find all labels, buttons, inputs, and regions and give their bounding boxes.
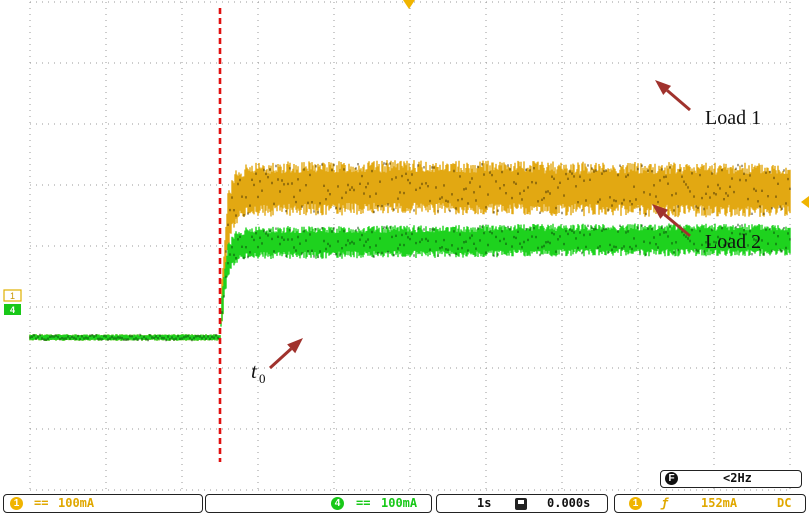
trigger-level: 152mA: [701, 496, 738, 510]
frequency-readout: <2Hz: [723, 471, 752, 485]
trigger-box[interactable]: 1 ƒ 152mA DC: [614, 494, 806, 513]
horizontal-position-icon: [515, 498, 527, 510]
ch1-coupling-icon: ==: [34, 496, 49, 510]
trigger-slope-icon: ƒ: [661, 496, 669, 510]
svg-text:1: 1: [10, 291, 15, 301]
t0-subscript: 0: [259, 371, 266, 386]
svg-text:4: 4: [10, 305, 15, 315]
oscilloscope-display: 1 4 Load 1Load 2t 0: [0, 0, 809, 516]
ch1-badge: 1: [10, 497, 23, 510]
trigger-channel-badge: 1: [629, 497, 642, 510]
trigger-coupling: DC: [777, 496, 792, 510]
load2-label: Load 2: [705, 231, 761, 253]
trigger-position: 0.000s: [547, 496, 591, 510]
ch4-ground-marker: 4: [4, 304, 21, 315]
timebase-box[interactable]: 1s 0.000s: [436, 494, 608, 513]
ch4-scale-box[interactable]: 4 == 100mA: [205, 494, 432, 513]
ch4-scale: 100mA: [381, 496, 418, 510]
ch4-badge: 4: [331, 497, 344, 510]
ch1-ground-marker: 1: [3, 289, 22, 302]
frequency-counter: F <2Hz: [660, 470, 802, 488]
status-bar: 1 == 100mA 4 == 100mA 1s 0.000s 1 ƒ 152m…: [0, 493, 809, 516]
ch1-scale: 100mA: [58, 496, 95, 510]
timebase: 1s: [477, 496, 492, 510]
ch1-scale-box[interactable]: 1 == 100mA: [3, 494, 203, 513]
freq-badge: F: [665, 472, 678, 485]
ch4-coupling-icon: ==: [356, 496, 371, 510]
plot-background: [0, 0, 809, 516]
load1-label: Load 1: [705, 107, 761, 129]
